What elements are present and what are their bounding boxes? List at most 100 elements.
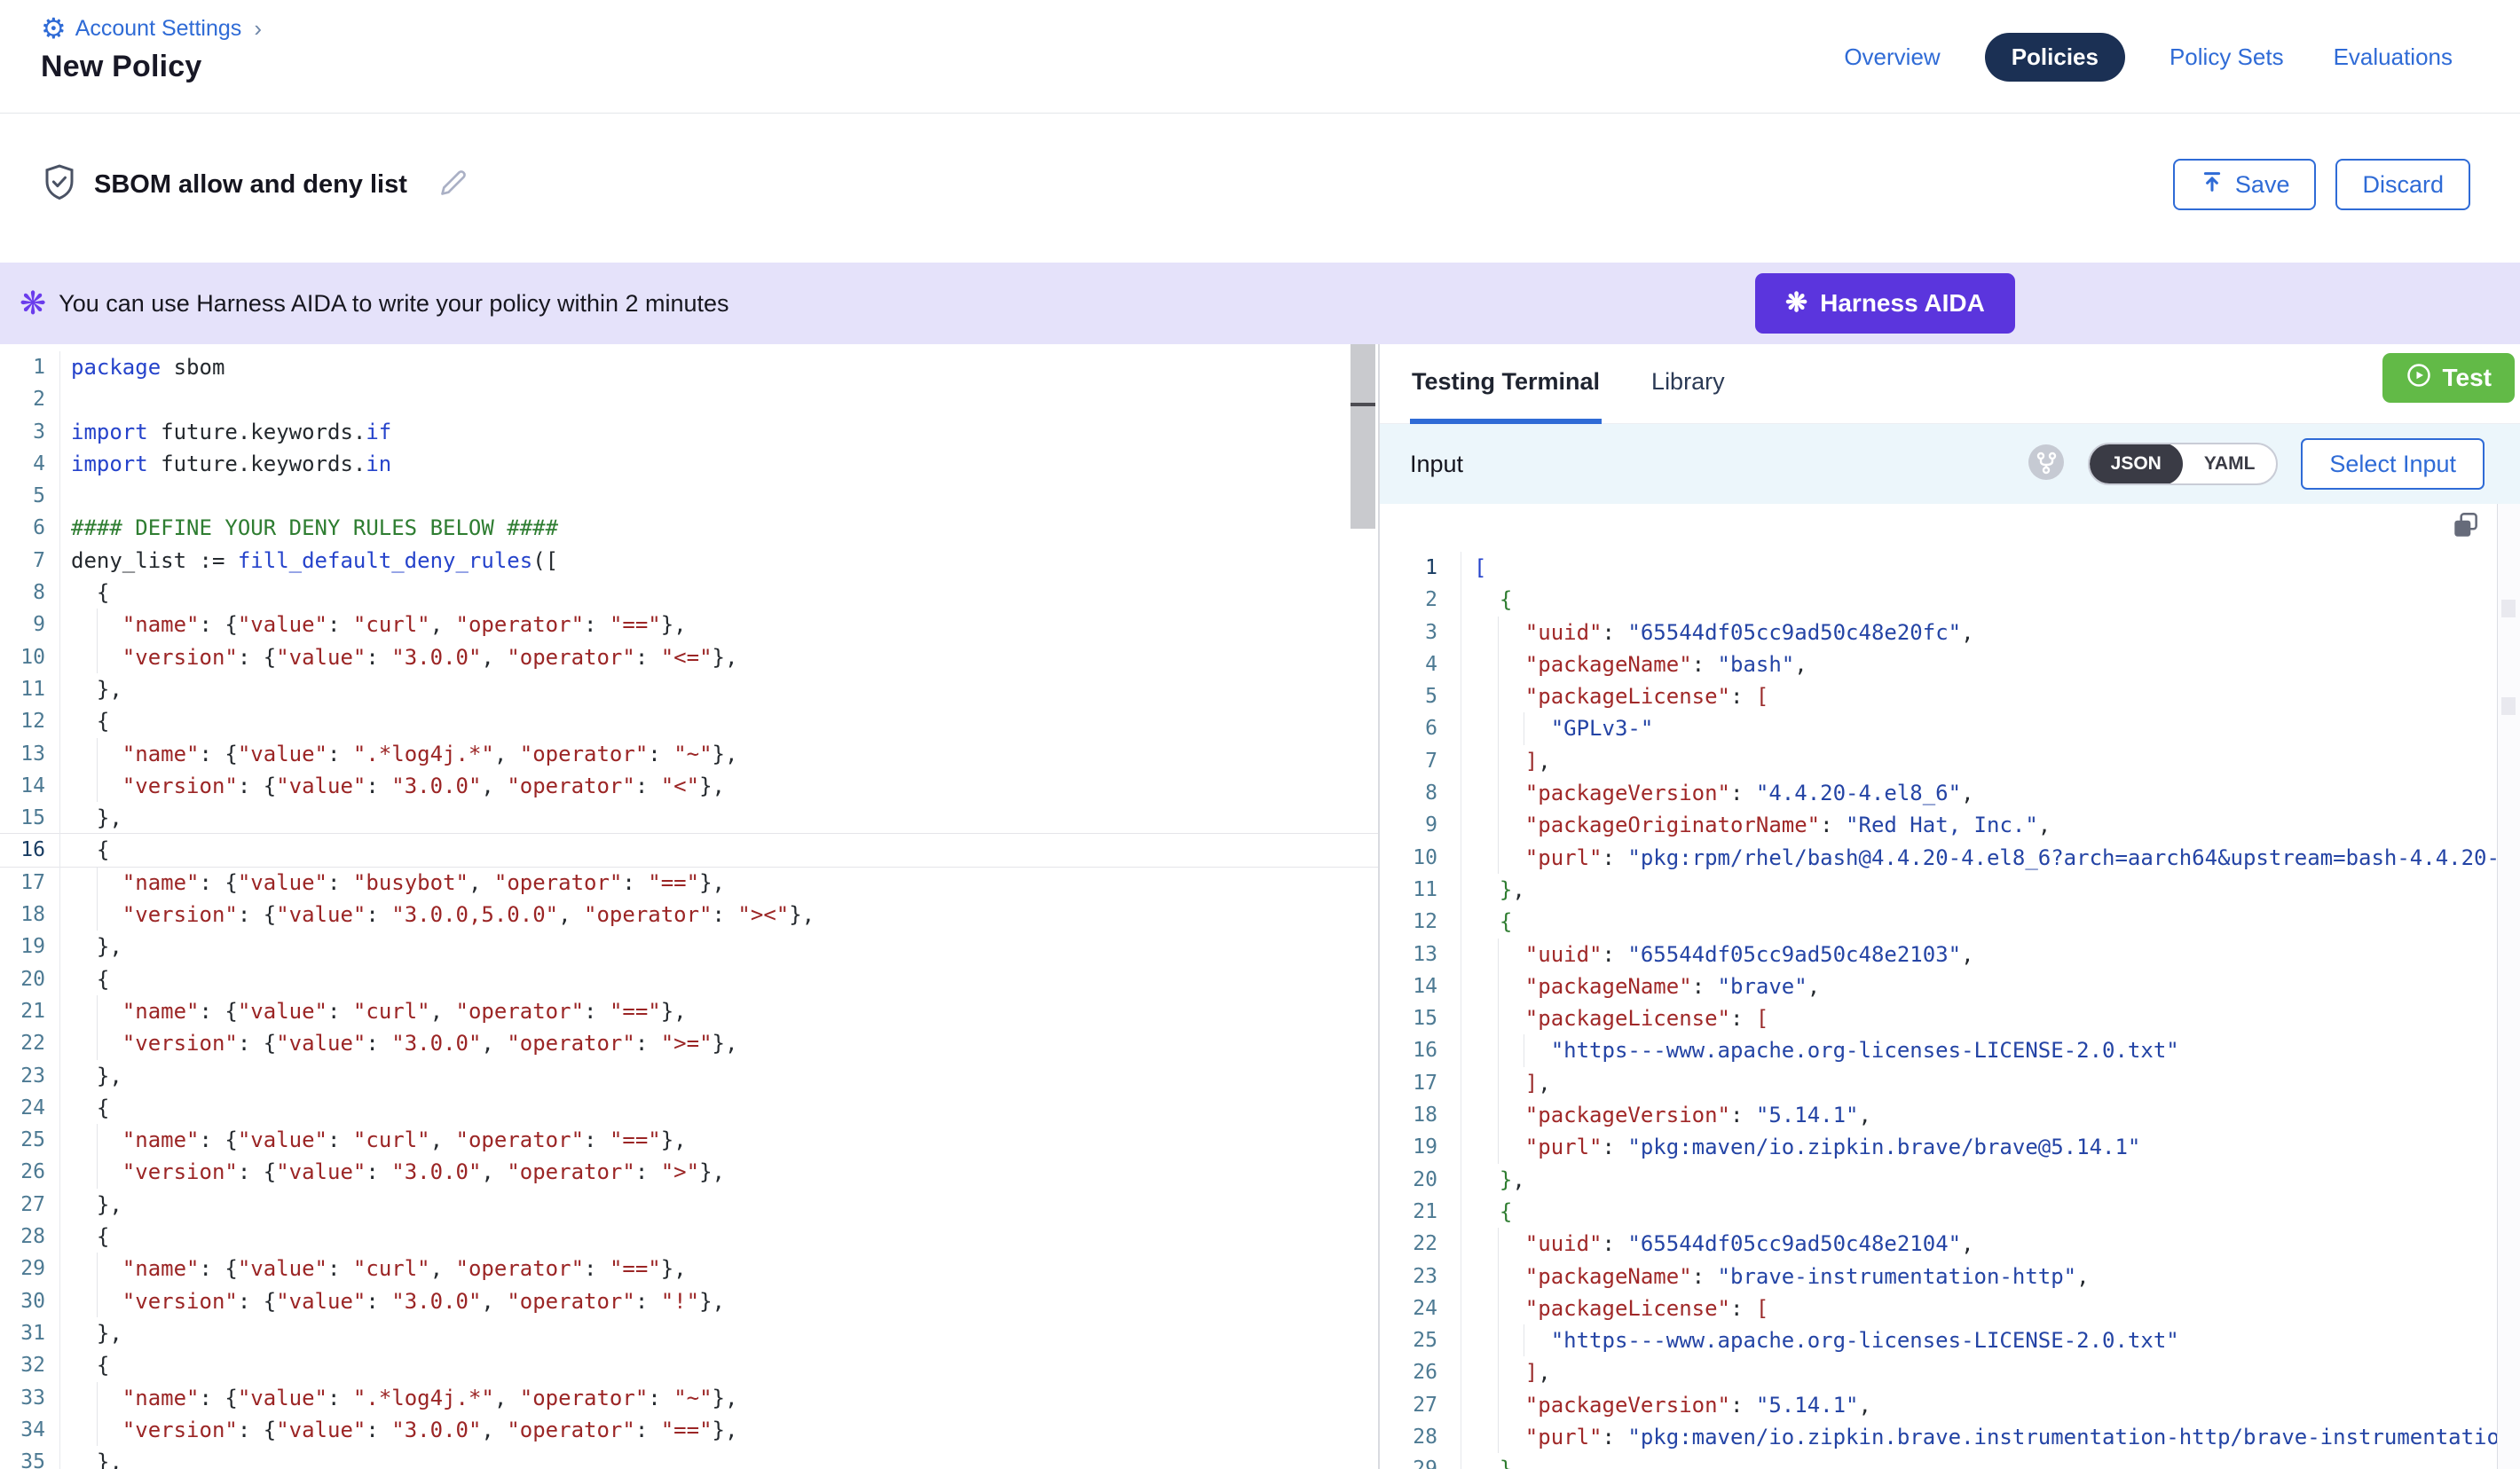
line-number: 23 xyxy=(1380,1261,1461,1292)
json-code-line[interactable]: 15 "packageLicense": [ xyxy=(1380,1002,2498,1034)
editor-code-line[interactable]: 1package sbom xyxy=(0,351,1378,383)
editor-code-line[interactable]: 33 "name": {"value": ".*log4j.*", "opera… xyxy=(0,1382,1378,1414)
test-button[interactable]: Test xyxy=(2382,353,2516,403)
copy-icon[interactable] xyxy=(2450,509,2482,546)
editor-code-line[interactable]: 6#### DEFINE YOUR DENY RULES BELOW #### xyxy=(0,512,1378,544)
discard-button[interactable]: Discard xyxy=(2335,159,2470,210)
json-code-line[interactable]: 27 "packageVersion": "5.14.1", xyxy=(1380,1389,2498,1421)
gear-icon: ⚙ xyxy=(41,14,67,43)
editor-code-line[interactable]: 32 { xyxy=(0,1349,1378,1381)
json-code-line[interactable]: 1[ xyxy=(1380,552,2498,584)
line-number: 29 xyxy=(0,1253,60,1284)
top-nav: Overview Policies Policy Sets Evaluations xyxy=(1839,0,2458,114)
json-code-line[interactable]: 23 "packageName": "brave-instrumentation… xyxy=(1380,1261,2498,1292)
line-number: 10 xyxy=(0,641,60,673)
input-json-code[interactable]: 1[2 {3 "uuid": "65544df05cc9ad50c48e20fc… xyxy=(1380,552,2498,1469)
json-code-line[interactable]: 4 "packageName": "bash", xyxy=(1380,648,2498,680)
editor-code-line[interactable]: 35 }, xyxy=(0,1446,1378,1469)
tab-policy-sets[interactable]: Policy Sets xyxy=(2164,33,2289,82)
editor-code-line[interactable]: 13 "name": {"value": ".*log4j.*", "opera… xyxy=(0,738,1378,770)
json-code-line[interactable]: 14 "packageName": "brave", xyxy=(1380,970,2498,1002)
editor-code-line[interactable]: 24 { xyxy=(0,1092,1378,1124)
line-number: 21 xyxy=(0,995,60,1027)
editor-code-line[interactable]: 26 "version": {"value": "3.0.0", "operat… xyxy=(0,1156,1378,1188)
editor-code-line[interactable]: 3import future.keywords.if xyxy=(0,416,1378,448)
editor-code-line[interactable]: 34 "version": {"value": "3.0.0", "operat… xyxy=(0,1414,1378,1446)
json-code-line[interactable]: 21 { xyxy=(1380,1196,2498,1228)
editor-code-line[interactable]: 25 "name": {"value": "curl", "operator":… xyxy=(0,1124,1378,1156)
editor-code-line[interactable]: 5 xyxy=(0,480,1378,512)
json-code-line[interactable]: 9 "packageOriginatorName": "Red Hat, Inc… xyxy=(1380,809,2498,841)
json-code-line[interactable]: 6 "GPLv3-" xyxy=(1380,712,2498,744)
breadcrumb-account-settings-link[interactable]: Account Settings xyxy=(75,16,242,42)
select-input-button[interactable]: Select Input xyxy=(2301,438,2485,490)
json-code-line[interactable]: 2 { xyxy=(1380,584,2498,616)
format-option-yaml[interactable]: YAML xyxy=(2183,443,2277,485)
json-code-line[interactable]: 28 "purl": "pkg:maven/io.zipkin.brave.in… xyxy=(1380,1421,2498,1453)
line-number: 25 xyxy=(0,1124,60,1156)
json-code-line[interactable]: 25 "https---www.apache.org-licenses-LICE… xyxy=(1380,1324,2498,1356)
editor-scrollbar[interactable] xyxy=(1351,344,1375,529)
editor-code-line[interactable]: 14 "version": {"value": "3.0.0", "operat… xyxy=(0,770,1378,802)
line-number: 24 xyxy=(0,1092,60,1124)
json-code-line[interactable]: 26 ], xyxy=(1380,1356,2498,1388)
editor-code-line[interactable]: 4import future.keywords.in xyxy=(0,448,1378,480)
git-branch-icon[interactable] xyxy=(2028,444,2065,485)
json-code-line[interactable]: 19 "purl": "pkg:maven/io.zipkin.brave/br… xyxy=(1380,1131,2498,1163)
json-code-line[interactable]: 29 }, xyxy=(1380,1453,2498,1469)
editor-code-line[interactable]: 17 "name": {"value": "busybot", "operato… xyxy=(0,867,1378,899)
json-code-line[interactable]: 24 "packageLicense": [ xyxy=(1380,1292,2498,1324)
editor-code-line[interactable]: 19 }, xyxy=(0,931,1378,962)
line-number: 25 xyxy=(1380,1324,1461,1356)
main-content: 1package sbom23import future.keywords.if… xyxy=(0,344,2520,1469)
harness-aida-button[interactable]: ❋ Harness AIDA xyxy=(1755,273,2015,334)
aida-banner-message: You can use Harness AIDA to write your p… xyxy=(59,290,728,318)
json-code-line[interactable]: 7 ], xyxy=(1380,745,2498,777)
json-code-line[interactable]: 18 "packageVersion": "5.14.1", xyxy=(1380,1099,2498,1131)
policy-code-editor[interactable]: 1package sbom23import future.keywords.if… xyxy=(0,344,1378,1469)
tab-policies[interactable]: Policies xyxy=(1985,33,2125,82)
json-code-line[interactable]: 20 }, xyxy=(1380,1164,2498,1196)
editor-code-line[interactable]: 2 xyxy=(0,383,1378,415)
editor-code-line[interactable]: 23 }, xyxy=(0,1060,1378,1092)
tab-library[interactable]: Library xyxy=(1650,344,1727,424)
editor-code-line[interactable]: 30 "version": {"value": "3.0.0", "operat… xyxy=(0,1285,1378,1317)
json-code-line[interactable]: 5 "packageLicense": [ xyxy=(1380,680,2498,712)
line-number: 7 xyxy=(0,545,60,577)
json-scrollbar-track[interactable] xyxy=(2497,504,2520,1469)
json-code-line[interactable]: 11 }, xyxy=(1380,874,2498,906)
editor-code-line[interactable]: 16 { xyxy=(0,834,1378,866)
editor-code-line[interactable]: 9 "name": {"value": "curl", "operator": … xyxy=(0,609,1378,640)
editor-code-line[interactable]: 27 }, xyxy=(0,1189,1378,1221)
tab-evaluations[interactable]: Evaluations xyxy=(2328,33,2458,82)
line-number: 17 xyxy=(1380,1067,1461,1099)
json-code-line[interactable]: 12 { xyxy=(1380,906,2498,938)
json-code-line[interactable]: 17 ], xyxy=(1380,1067,2498,1099)
editor-code-line[interactable]: 28 { xyxy=(0,1221,1378,1253)
format-option-json[interactable]: JSON xyxy=(2090,443,2183,485)
json-code-line[interactable]: 22 "uuid": "65544df05cc9ad50c48e2104", xyxy=(1380,1228,2498,1260)
save-button[interactable]: Save xyxy=(2173,159,2317,210)
editor-code-line[interactable]: 10 "version": {"value": "3.0.0", "operat… xyxy=(0,641,1378,673)
json-code-line[interactable]: 10 "purl": "pkg:rpm/rhel/bash@4.4.20-4.e… xyxy=(1380,842,2498,874)
editor-code-line[interactable]: 22 "version": {"value": "3.0.0", "operat… xyxy=(0,1027,1378,1059)
json-code-line[interactable]: 16 "https---www.apache.org-licenses-LICE… xyxy=(1380,1034,2498,1066)
editor-code-line[interactable]: 21 "name": {"value": "curl", "operator":… xyxy=(0,995,1378,1027)
editor-code-line[interactable]: 8 { xyxy=(0,577,1378,609)
editor-code-line[interactable]: 20 { xyxy=(0,963,1378,995)
editor-code-line[interactable]: 15 }, xyxy=(0,802,1378,834)
tab-testing-terminal[interactable]: Testing Terminal xyxy=(1410,344,1602,424)
line-number: 14 xyxy=(0,770,60,802)
line-number: 8 xyxy=(1380,777,1461,809)
editor-code-line[interactable]: 18 "version": {"value": "3.0.0,5.0.0", "… xyxy=(0,899,1378,931)
editor-code-line[interactable]: 29 "name": {"value": "curl", "operator":… xyxy=(0,1253,1378,1284)
json-code-line[interactable]: 8 "packageVersion": "4.4.20-4.el8_6", xyxy=(1380,777,2498,809)
editor-code-line[interactable]: 7deny_list := fill_default_deny_rules([ xyxy=(0,545,1378,577)
editor-code-line[interactable]: 11 }, xyxy=(0,673,1378,705)
json-code-line[interactable]: 13 "uuid": "65544df05cc9ad50c48e2103", xyxy=(1380,939,2498,970)
json-code-line[interactable]: 3 "uuid": "65544df05cc9ad50c48e20fc", xyxy=(1380,617,2498,648)
editor-code-line[interactable]: 31 }, xyxy=(0,1317,1378,1349)
editor-code-line[interactable]: 12 { xyxy=(0,705,1378,737)
pencil-icon[interactable] xyxy=(436,165,471,205)
tab-overview[interactable]: Overview xyxy=(1839,33,1945,82)
